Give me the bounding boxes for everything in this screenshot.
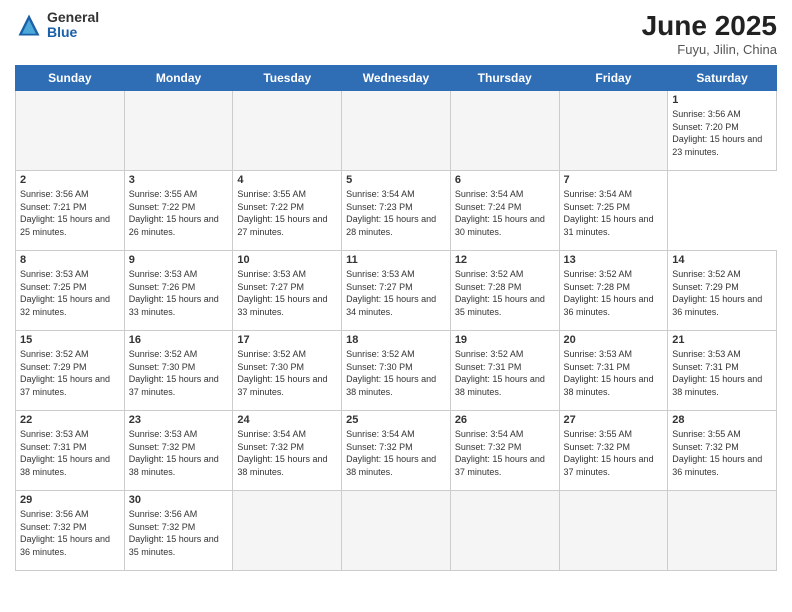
- col-wednesday: Wednesday: [342, 66, 451, 91]
- table-row: [450, 491, 559, 571]
- col-friday: Friday: [559, 66, 668, 91]
- table-row: 7Sunrise: 3:54 AMSunset: 7:25 PMDaylight…: [559, 171, 668, 251]
- table-row: 13Sunrise: 3:52 AMSunset: 7:28 PMDayligh…: [559, 251, 668, 331]
- col-saturday: Saturday: [668, 66, 777, 91]
- table-row: [342, 91, 451, 171]
- table-row: [16, 91, 125, 171]
- col-tuesday: Tuesday: [233, 66, 342, 91]
- table-row: 24Sunrise: 3:54 AMSunset: 7:32 PMDayligh…: [233, 411, 342, 491]
- table-row: 20Sunrise: 3:53 AMSunset: 7:31 PMDayligh…: [559, 331, 668, 411]
- table-row: 16Sunrise: 3:52 AMSunset: 7:30 PMDayligh…: [124, 331, 233, 411]
- page-header: General Blue June 2025 Fuyu, Jilin, Chin…: [15, 10, 777, 57]
- header-row: Sunday Monday Tuesday Wednesday Thursday…: [16, 66, 777, 91]
- table-row: [450, 91, 559, 171]
- table-row: [342, 491, 451, 571]
- table-row: 11Sunrise: 3:53 AMSunset: 7:27 PMDayligh…: [342, 251, 451, 331]
- table-row: 29Sunrise: 3:56 AMSunset: 7:32 PMDayligh…: [16, 491, 125, 571]
- logo-text: General Blue: [47, 10, 99, 41]
- col-sunday: Sunday: [16, 66, 125, 91]
- col-monday: Monday: [124, 66, 233, 91]
- table-row: 3Sunrise: 3:55 AMSunset: 7:22 PMDaylight…: [124, 171, 233, 251]
- table-row: 4Sunrise: 3:55 AMSunset: 7:22 PMDaylight…: [233, 171, 342, 251]
- month-title: June 2025: [642, 10, 777, 42]
- location: Fuyu, Jilin, China: [642, 42, 777, 57]
- table-row: 23Sunrise: 3:53 AMSunset: 7:32 PMDayligh…: [124, 411, 233, 491]
- table-row: [233, 91, 342, 171]
- table-row: 26Sunrise: 3:54 AMSunset: 7:32 PMDayligh…: [450, 411, 559, 491]
- table-row: [233, 491, 342, 571]
- table-row: 27Sunrise: 3:55 AMSunset: 7:32 PMDayligh…: [559, 411, 668, 491]
- table-row: [559, 491, 668, 571]
- table-row: 28Sunrise: 3:55 AMSunset: 7:32 PMDayligh…: [668, 411, 777, 491]
- logo-general: General: [47, 10, 99, 25]
- table-row: 17Sunrise: 3:52 AMSunset: 7:30 PMDayligh…: [233, 331, 342, 411]
- table-row: 8Sunrise: 3:53 AMSunset: 7:25 PMDaylight…: [16, 251, 125, 331]
- table-row: 22Sunrise: 3:53 AMSunset: 7:31 PMDayligh…: [16, 411, 125, 491]
- table-row: 2Sunrise: 3:56 AMSunset: 7:21 PMDaylight…: [16, 171, 125, 251]
- logo-icon: [15, 11, 43, 39]
- table-row: 10Sunrise: 3:53 AMSunset: 7:27 PMDayligh…: [233, 251, 342, 331]
- logo-blue-text: Blue: [47, 25, 99, 40]
- table-row: 1Sunrise: 3:56 AMSunset: 7:20 PMDaylight…: [668, 91, 777, 171]
- col-thursday: Thursday: [450, 66, 559, 91]
- table-row: 14Sunrise: 3:52 AMSunset: 7:29 PMDayligh…: [668, 251, 777, 331]
- table-row: 9Sunrise: 3:53 AMSunset: 7:26 PMDaylight…: [124, 251, 233, 331]
- logo: General Blue: [15, 10, 99, 41]
- table-row: [668, 491, 777, 571]
- calendar-page: General Blue June 2025 Fuyu, Jilin, Chin…: [0, 0, 792, 612]
- title-area: June 2025 Fuyu, Jilin, China: [642, 10, 777, 57]
- table-row: 15Sunrise: 3:52 AMSunset: 7:29 PMDayligh…: [16, 331, 125, 411]
- table-row: 18Sunrise: 3:52 AMSunset: 7:30 PMDayligh…: [342, 331, 451, 411]
- table-row: [124, 91, 233, 171]
- table-row: 5Sunrise: 3:54 AMSunset: 7:23 PMDaylight…: [342, 171, 451, 251]
- table-row: 6Sunrise: 3:54 AMSunset: 7:24 PMDaylight…: [450, 171, 559, 251]
- table-row: [559, 91, 668, 171]
- table-row: 19Sunrise: 3:52 AMSunset: 7:31 PMDayligh…: [450, 331, 559, 411]
- table-row: 21Sunrise: 3:53 AMSunset: 7:31 PMDayligh…: [668, 331, 777, 411]
- calendar-table: Sunday Monday Tuesday Wednesday Thursday…: [15, 65, 777, 571]
- table-row: 30Sunrise: 3:56 AMSunset: 7:32 PMDayligh…: [124, 491, 233, 571]
- table-row: 12Sunrise: 3:52 AMSunset: 7:28 PMDayligh…: [450, 251, 559, 331]
- table-row: 25Sunrise: 3:54 AMSunset: 7:32 PMDayligh…: [342, 411, 451, 491]
